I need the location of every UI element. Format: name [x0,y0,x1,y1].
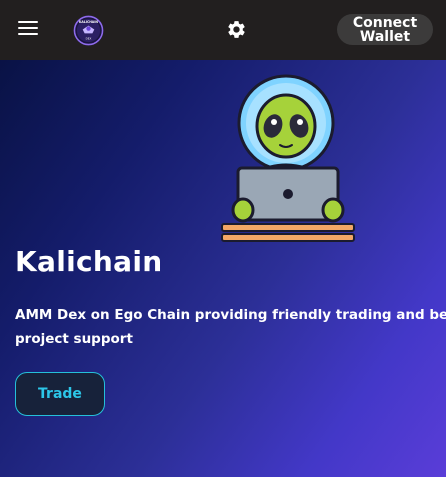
gear-icon[interactable] [226,19,247,40]
hamburger-menu-icon[interactable] [18,21,38,37]
hero-description-line2: project support [15,331,133,347]
top-navbar: KALICHAIN DEX Connect Wallet [0,0,446,60]
connect-wallet-button[interactable]: Connect Wallet [337,14,433,45]
page: KALICHAIN DEX Connect Wallet Kalichain A… [0,0,446,477]
alien-mascot-illustration [221,74,355,242]
hero-description: AMM Dex on Ego Chain providing friendly … [15,303,446,351]
connect-wallet-label-line2: Wallet [359,28,411,45]
connect-wallet-label-line1: Connect [352,14,418,31]
kalichain-logo[interactable]: KALICHAIN DEX [73,15,104,46]
logo-subtext: DEX [86,37,92,41]
logo-text: KALICHAIN [79,20,98,24]
hero-description-line1: AMM Dex on Ego Chain providing friendly … [15,307,446,323]
hero-title: Kalichain [15,245,163,278]
trade-button[interactable]: Trade [15,372,105,416]
